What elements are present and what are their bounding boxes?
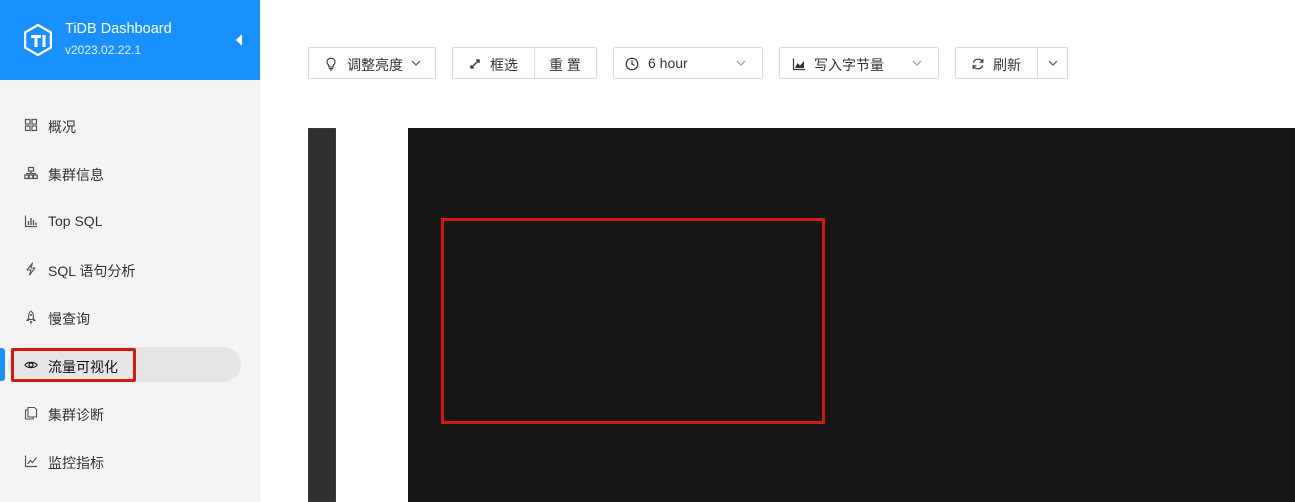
sidebar-item-sql-statements[interactable]: SQL 语句分析 — [0, 252, 260, 286]
time-range-select[interactable]: 6 hour — [613, 47, 763, 79]
reset-button[interactable]: 重 置 — [535, 48, 597, 78]
sidebar-item-overview[interactable]: 概况 — [0, 108, 260, 142]
sidebar-item-key-visualizer[interactable]: 流量可视化 — [0, 347, 260, 382]
lightning-icon — [26, 262, 36, 276]
box-select-label: 框选 — [490, 57, 518, 73]
metric-value: 写入字节量 — [814, 57, 884, 73]
sidebar-item-top-sql[interactable]: Top SQL — [0, 204, 260, 238]
chevron-down-icon — [411, 60, 421, 66]
app-title: TiDB Dashboard — [65, 21, 172, 37]
refresh-group: 刷新 — [955, 47, 1068, 79]
brand-header: TiDB Dashboard v2023.02.22.1 — [0, 0, 260, 80]
box-select-button[interactable]: 框选 — [453, 48, 534, 78]
refresh-button[interactable]: 刷新 — [956, 48, 1037, 78]
sidebar-item-monitoring[interactable]: 监控指标 — [0, 444, 260, 478]
bulb-icon — [326, 57, 336, 71]
brightness-label: 调整亮度 — [347, 57, 403, 73]
collapse-sidebar-icon[interactable] — [234, 33, 244, 47]
sidebar-item-diagnosis[interactable]: 集群诊断 — [0, 396, 260, 430]
line-chart-icon — [24, 455, 37, 468]
sidebar-item-label: 概况 — [48, 119, 76, 135]
refresh-icon — [972, 58, 984, 70]
app-version: v2023.02.22.1 — [65, 43, 142, 57]
sidebar-item-label: 慢查询 — [48, 311, 90, 327]
chevron-down-icon — [912, 60, 922, 66]
sidebar-item-label: 监控指标 — [48, 455, 104, 471]
sidebar-item-label: 集群信息 — [48, 167, 104, 183]
expand-arrows-icon — [470, 59, 480, 69]
bar-chart-icon — [24, 215, 37, 228]
sidebar: TiDB Dashboard v2023.02.22.1 概况 集群信息 Top… — [0, 0, 260, 502]
chevron-down-icon — [1048, 60, 1058, 66]
time-range-value: 6 hour — [648, 55, 688, 71]
annotation-highlight-box — [441, 218, 825, 424]
box-select-group: 框选 重 置 — [452, 47, 597, 79]
chevron-down-icon — [736, 60, 746, 66]
sidebar-item-label: Top SQL — [48, 213, 103, 229]
refresh-label: 刷新 — [993, 57, 1021, 73]
sidebar-item-cluster-info[interactable]: 集群信息 — [0, 156, 260, 190]
annotation-highlight-box — [11, 348, 136, 382]
active-item-indicator — [0, 348, 5, 381]
brightness-dropdown[interactable]: 调整亮度 — [308, 47, 436, 79]
key-axis-strip — [308, 128, 336, 502]
sidebar-item-label: SQL 语句分析 — [48, 263, 136, 279]
clock-icon — [625, 57, 639, 71]
sidebar-item-slow-query[interactable]: 慢查询 — [0, 300, 260, 334]
grid-icon — [24, 118, 38, 132]
area-chart-icon — [792, 58, 805, 71]
sidebar-item-label: 集群诊断 — [48, 407, 104, 423]
tidb-logo-icon — [24, 24, 52, 56]
rocket-icon — [25, 310, 37, 324]
metric-select[interactable]: 写入字节量 — [779, 47, 939, 79]
reset-label: 重 置 — [549, 57, 581, 73]
copy-icon — [24, 406, 38, 420]
refresh-options-button[interactable] — [1038, 48, 1068, 78]
cluster-icon — [24, 166, 38, 180]
